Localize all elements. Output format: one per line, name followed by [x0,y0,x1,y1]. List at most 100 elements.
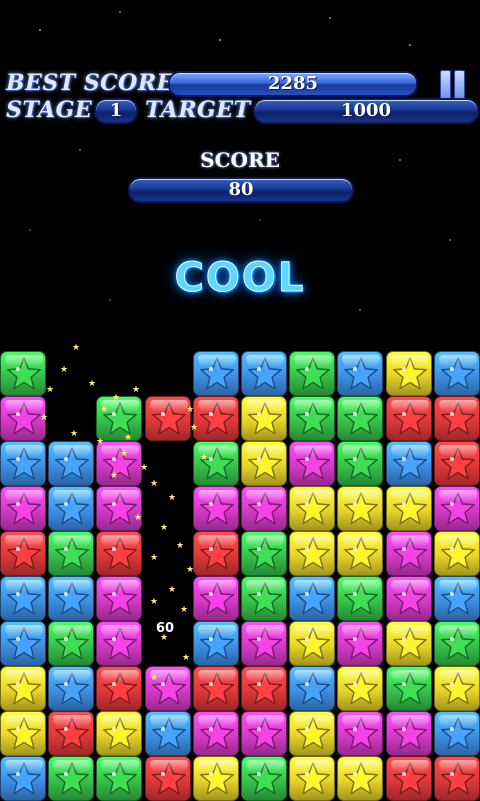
star-tile-pink[interactable] [0,396,46,441]
star-tile-green[interactable] [192,441,239,486]
star-tile-yellow[interactable] [0,666,46,711]
star-tile-blue[interactable] [289,666,336,711]
star-tile-yellow[interactable] [96,711,143,756]
star-tile-pink[interactable] [241,711,287,756]
star-tile-blue[interactable] [48,666,95,711]
star-tile-blue[interactable] [337,351,384,396]
star-tile-yellow[interactable] [385,621,432,666]
star-tile-yellow[interactable] [241,396,287,441]
star-tile-red[interactable] [385,756,432,801]
star-tile-yellow[interactable] [192,756,239,801]
star-tile-blue[interactable] [433,711,480,756]
star-tile-red[interactable] [48,711,95,756]
star-tile-pink[interactable] [241,486,287,531]
star-tile-blue[interactable] [433,351,480,396]
star-tile-green[interactable] [96,756,143,801]
star-tile-pink[interactable] [144,666,191,711]
star-tile-yellow[interactable] [289,711,336,756]
star-tile-pink[interactable] [337,711,384,756]
star-tile-pink[interactable] [241,621,287,666]
star-tile-yellow[interactable] [241,441,287,486]
star-tile-blue[interactable] [0,621,46,666]
pause-button[interactable] [438,70,466,100]
star-tile-yellow[interactable] [337,531,384,576]
star-tile-red[interactable] [192,531,239,576]
star-tile-pink[interactable] [289,441,336,486]
star-tile-yellow[interactable] [433,531,480,576]
star-tile-blue[interactable] [192,621,239,666]
star-tile-yellow[interactable] [289,531,336,576]
star-tile-blue[interactable] [385,441,432,486]
game-board[interactable] [0,351,480,801]
best-score-value: 2285 [168,71,418,97]
praise-message: COOL [174,255,306,302]
star-tile-pink[interactable] [96,441,143,486]
stage-label: STAGE [6,97,93,123]
star-tile-pink[interactable] [192,486,239,531]
star-tile-green[interactable] [48,621,95,666]
star-tile-yellow[interactable] [289,756,336,801]
star-tile-red[interactable] [144,756,191,801]
pause-icon [440,70,451,100]
star-tile-blue[interactable] [144,711,191,756]
best-score-label: BEST SCORE [6,70,174,96]
star-tile-green[interactable] [289,396,336,441]
combo-popup: 60 [156,621,175,636]
star-tile-blue[interactable] [0,576,46,621]
star-tile-pink[interactable] [192,711,239,756]
star-tile-pink[interactable] [192,576,239,621]
star-tile-green[interactable] [337,396,384,441]
star-tile-pink[interactable] [385,531,432,576]
star-tile-yellow[interactable] [289,621,336,666]
star-tile-yellow[interactable] [289,486,336,531]
star-tile-red[interactable] [0,531,46,576]
star-tile-blue[interactable] [48,486,95,531]
star-tile-red[interactable] [433,441,480,486]
star-tile-green[interactable] [96,396,143,441]
star-tile-yellow[interactable] [337,756,384,801]
star-tile-blue[interactable] [192,351,239,396]
star-tile-pink[interactable] [96,621,143,666]
star-tile-blue[interactable] [241,351,287,396]
star-tile-yellow[interactable] [0,711,46,756]
star-tile-red[interactable] [433,756,480,801]
star-tile-red[interactable] [192,396,239,441]
star-tile-pink[interactable] [337,621,384,666]
score-value: 80 [128,177,354,203]
star-tile-blue[interactable] [433,576,480,621]
star-tile-green[interactable] [289,351,336,396]
star-tile-blue[interactable] [48,576,95,621]
star-tile-yellow[interactable] [385,351,432,396]
star-tile-green[interactable] [48,531,95,576]
star-tile-red[interactable] [433,396,480,441]
star-tile-green[interactable] [241,576,287,621]
star-tile-red[interactable] [385,396,432,441]
star-tile-green[interactable] [241,756,287,801]
star-tile-blue[interactable] [0,756,46,801]
star-tile-green[interactable] [337,441,384,486]
star-tile-pink[interactable] [96,576,143,621]
star-tile-pink[interactable] [433,486,480,531]
star-tile-green[interactable] [385,666,432,711]
star-tile-green[interactable] [241,531,287,576]
star-tile-red[interactable] [192,666,239,711]
star-tile-pink[interactable] [385,711,432,756]
star-tile-red[interactable] [144,396,191,441]
star-tile-green[interactable] [433,621,480,666]
star-tile-pink[interactable] [96,486,143,531]
star-tile-blue[interactable] [289,576,336,621]
star-tile-blue[interactable] [48,441,95,486]
star-tile-pink[interactable] [0,486,46,531]
star-tile-yellow[interactable] [337,486,384,531]
star-tile-green[interactable] [48,756,95,801]
star-tile-blue[interactable] [0,441,46,486]
star-tile-yellow[interactable] [385,486,432,531]
star-tile-red[interactable] [96,666,143,711]
star-tile-green[interactable] [337,576,384,621]
star-tile-red[interactable] [241,666,287,711]
star-tile-red[interactable] [96,531,143,576]
star-tile-yellow[interactable] [337,666,384,711]
star-tile-green[interactable] [0,351,46,396]
star-tile-pink[interactable] [385,576,432,621]
star-tile-yellow[interactable] [433,666,480,711]
